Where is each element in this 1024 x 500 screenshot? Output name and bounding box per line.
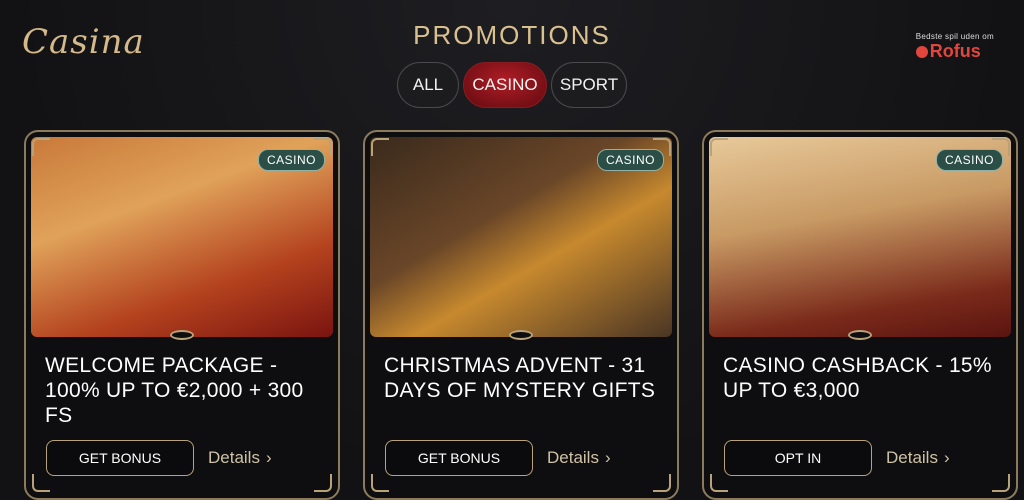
rofus-brand-text: Rofus (929, 41, 981, 61)
details-link[interactable]: Details › (208, 448, 272, 468)
promotion-cards: CASINO WELCOME PACKAGE - 100% UP TO €2,0… (24, 130, 1018, 500)
corner-ornament-icon (314, 474, 332, 492)
corner-ornament-icon (653, 138, 671, 156)
ornament-icon (509, 330, 533, 340)
tab-sport[interactable]: SPORT (551, 62, 627, 108)
promotion-tabs: ALL CASINO SPORT (0, 62, 1024, 108)
promo-card-welcome: CASINO WELCOME PACKAGE - 100% UP TO €2,0… (24, 130, 340, 500)
tab-all[interactable]: ALL (397, 62, 459, 108)
page-title: PROMOTIONS (413, 20, 611, 50)
corner-ornament-icon (992, 138, 1010, 156)
opt-in-button[interactable]: OPT IN (724, 440, 872, 476)
rofus-tagline: Bedste spil uden om (915, 32, 994, 41)
get-bonus-button[interactable]: GET BONUS (46, 440, 194, 476)
corner-ornament-icon (314, 138, 332, 156)
rofus-logo: Rofus (915, 41, 994, 62)
corner-ornament-icon (32, 474, 50, 492)
rofus-badge[interactable]: Bedste spil uden om Rofus (915, 32, 994, 62)
promo-title: CASINO CASHBACK - 15% UP TO €3,000 (723, 354, 992, 402)
promo-title: WELCOME PACKAGE - 100% UP TO €2,000 + 30… (45, 354, 304, 427)
card-actions: GET BONUS Details › (385, 440, 611, 476)
get-bonus-button[interactable]: GET BONUS (385, 440, 533, 476)
card-actions: GET BONUS Details › (46, 440, 272, 476)
details-label: Details (886, 448, 938, 467)
corner-ornament-icon (992, 474, 1010, 492)
corner-ornament-icon (710, 138, 728, 156)
promo-image-casino-table: CASINO (709, 137, 1011, 337)
tab-casino[interactable]: CASINO (463, 62, 547, 108)
promo-card-cashback: CASINO CASINO CASHBACK - 15% UP TO €3,00… (702, 130, 1018, 500)
details-link[interactable]: Details › (547, 448, 611, 468)
promo-card-advent: CASINO CHRISTMAS ADVENT - 31 DAYS OF MYS… (363, 130, 679, 500)
details-label: Details (547, 448, 599, 467)
promo-title: CHRISTMAS ADVENT - 31 DAYS OF MYSTERY GI… (384, 354, 656, 402)
corner-ornament-icon (371, 474, 389, 492)
rofus-dot-icon (915, 45, 928, 58)
chevron-right-icon: › (604, 448, 611, 467)
corner-ornament-icon (710, 474, 728, 492)
chevron-right-icon: › (265, 448, 272, 467)
corner-ornament-icon (32, 138, 50, 156)
promo-image-fireplace: CASINO (370, 137, 672, 337)
ornament-icon (170, 330, 194, 340)
details-label: Details (208, 448, 260, 467)
ornament-icon (848, 330, 872, 340)
chevron-right-icon: › (943, 448, 950, 467)
card-actions: OPT IN Details › (724, 440, 950, 476)
details-link[interactable]: Details › (886, 448, 950, 468)
promo-image-flamenco: CASINO (31, 137, 333, 337)
corner-ornament-icon (653, 474, 671, 492)
corner-ornament-icon (371, 138, 389, 156)
